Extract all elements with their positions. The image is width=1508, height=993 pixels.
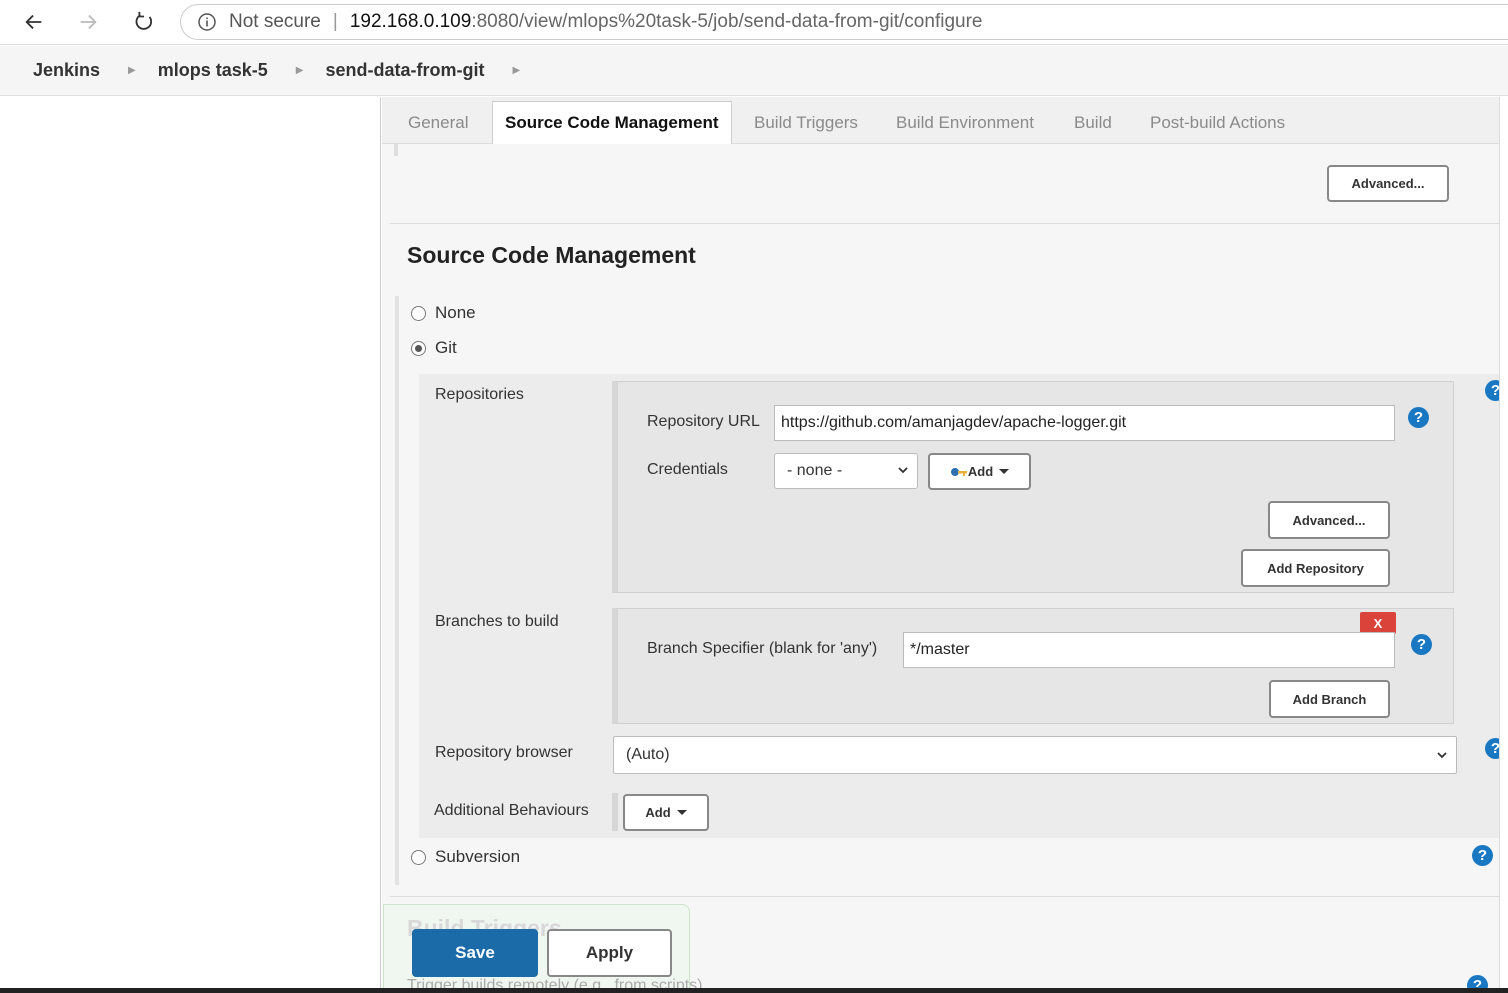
branch-specifier-input[interactable]: */master <box>903 632 1395 668</box>
tab-source-code-management[interactable]: Source Code Management <box>492 101 732 144</box>
apply-button[interactable]: Apply <box>547 929 672 977</box>
subversion-help-icon[interactable]: ? <box>1472 845 1493 866</box>
git-config-panel: Repositories Repository URL https://gith… <box>419 374 1506 838</box>
info-icon[interactable] <box>197 12 217 32</box>
scm-option-git[interactable]: Git <box>411 338 457 358</box>
repository-browser-label: Repository browser <box>435 744 573 761</box>
chevron-down-icon <box>898 467 908 474</box>
general-advanced-button[interactable]: Advanced... <box>1327 165 1449 202</box>
tab-general[interactable]: General <box>408 101 468 144</box>
key-icon <box>950 467 967 476</box>
branches-label: Branches to build <box>435 613 559 630</box>
repository-browser-value: (Auto) <box>626 746 670 763</box>
radio-git[interactable] <box>411 340 426 356</box>
branch-specifier-help-icon[interactable]: ? <box>1411 634 1432 655</box>
breadcrumb-job[interactable]: send-data-from-git <box>326 60 485 81</box>
additional-behaviours-label: Additional Behaviours <box>434 802 589 819</box>
repository-panel: Repository URL https://github.com/amanja… <box>612 381 1454 593</box>
config-tabbar: General Source Code Management Build Tri… <box>382 97 1508 144</box>
browser-toolbar: Not secure | 192.168.0.109 :8080/view/ml… <box>0 0 1508 45</box>
repository-url-input[interactable]: https://github.com/amanjagdev/apache-log… <box>774 405 1395 441</box>
breadcrumb-arrow-icon[interactable]: ▶ <box>513 65 521 76</box>
breadcrumb-arrow-icon[interactable]: ▶ <box>128 65 136 76</box>
tab-build-triggers[interactable]: Build Triggers <box>754 101 858 144</box>
breadcrumb-folder[interactable]: mlops task-5 <box>158 60 268 81</box>
breadcrumb-jenkins[interactable]: Jenkins <box>33 60 100 81</box>
branch-specifier-label: Branch Specifier (blank for 'any') <box>647 640 878 657</box>
radio-subversion-label: Subversion <box>435 847 521 866</box>
caret-down-icon <box>676 810 687 815</box>
not-secure-label: Not secure <box>229 11 321 32</box>
repositories-label: Repositories <box>435 386 524 403</box>
radio-none[interactable] <box>411 305 426 321</box>
add-repository-button[interactable]: Add Repository <box>1241 549 1390 587</box>
repository-advanced-button[interactable]: Advanced... <box>1268 501 1390 539</box>
add-branch-button[interactable]: Add Branch <box>1269 680 1390 718</box>
address-separator: | <box>332 11 338 32</box>
url-host: 192.168.0.109 <box>349 11 472 32</box>
scm-option-subversion[interactable]: Subversion <box>411 847 520 867</box>
credentials-value: - none - <box>787 462 843 479</box>
scm-block: None Git Repositories Repository URL htt… <box>395 296 1506 885</box>
radio-git-label: Git <box>435 338 457 357</box>
chevron-down-icon <box>1437 752 1447 759</box>
behaviours-edge <box>612 793 618 831</box>
credentials-select[interactable]: - none - <box>774 453 918 489</box>
repository-browser-select[interactable]: (Auto) <box>613 736 1457 774</box>
window-bottom-edge <box>0 988 1508 993</box>
breadcrumb-arrow-icon[interactable]: ▶ <box>296 65 304 76</box>
credentials-add-button[interactable]: Add <box>928 453 1031 490</box>
tab-build-environment[interactable]: Build Environment <box>896 101 1034 144</box>
forward-icon[interactable] <box>72 6 104 38</box>
tab-build[interactable]: Build <box>1074 101 1112 144</box>
delete-branch-button[interactable]: X <box>1360 612 1396 634</box>
repository-url-label: Repository URL <box>647 413 760 430</box>
section-divider <box>390 896 1508 897</box>
branches-panel: X Branch Specifier (blank for 'any') */m… <box>612 608 1454 724</box>
config-main: General Source Code Management Build Tri… <box>382 97 1508 993</box>
sidebar <box>0 97 381 993</box>
radio-none-label: None <box>435 303 476 322</box>
scm-option-none[interactable]: None <box>411 303 476 323</box>
section-edge <box>394 144 398 156</box>
address-bar[interactable]: Not secure | 192.168.0.109 :8080/view/ml… <box>180 4 1508 40</box>
scm-section-title: Source Code Management <box>407 242 696 268</box>
scrollbar[interactable] <box>1499 97 1508 993</box>
reload-icon[interactable] <box>128 6 160 38</box>
section-divider <box>390 223 1508 224</box>
tab-post-build-actions[interactable]: Post-build Actions <box>1150 101 1285 144</box>
radio-subversion[interactable] <box>411 849 426 865</box>
additional-behaviours-add-button[interactable]: Add <box>623 794 709 831</box>
back-icon[interactable] <box>18 6 50 38</box>
repository-url-help-icon[interactable]: ? <box>1408 407 1429 428</box>
caret-down-icon <box>999 469 1010 474</box>
breadcrumb: Jenkins ▶ mlops task-5 ▶ send-data-from-… <box>0 46 1508 96</box>
credentials-add-label: Add <box>967 464 994 479</box>
save-button[interactable]: Save <box>412 929 538 977</box>
url-path: :8080/view/mlops%20task-5/job/send-data-… <box>471 11 983 32</box>
additional-behaviours-add-label: Add <box>645 805 671 820</box>
credentials-label: Credentials <box>647 461 728 478</box>
